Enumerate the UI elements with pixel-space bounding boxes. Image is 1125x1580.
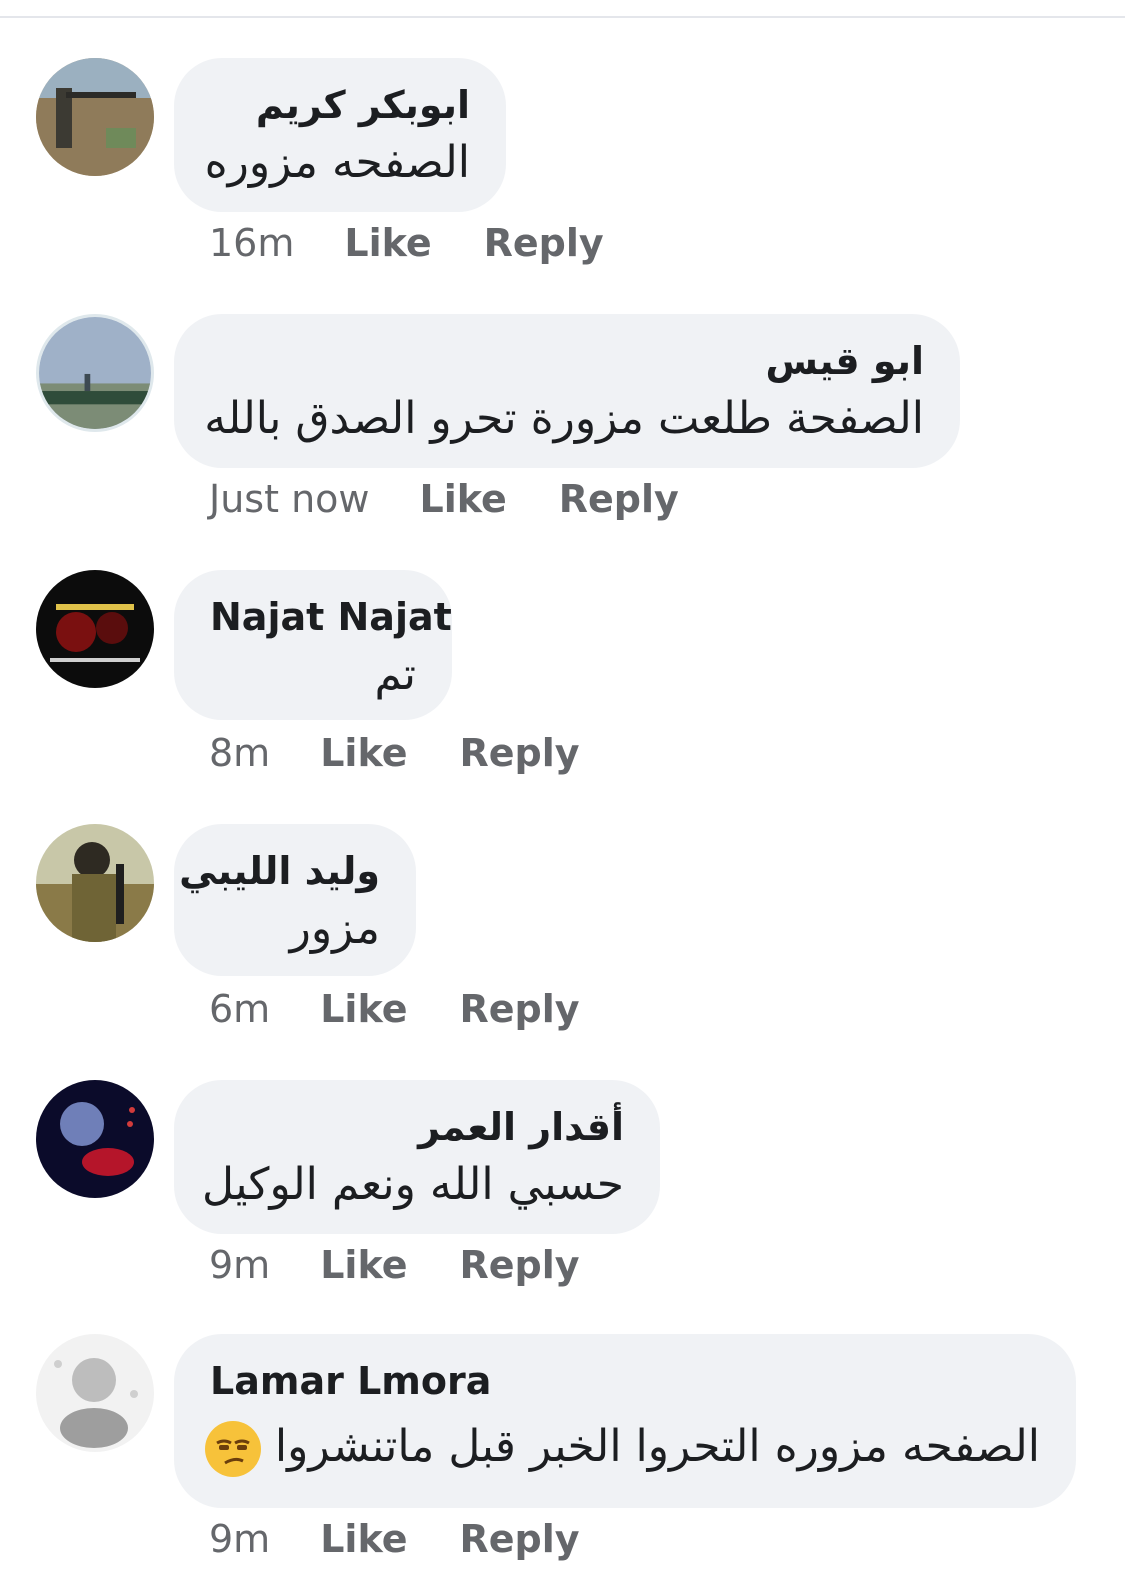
avatar-photo-soldier <box>36 58 154 176</box>
comment-time[interactable]: 16m <box>209 221 294 265</box>
comment-text: الصفحة طلعت مزورة تحرو الصدق بالله <box>204 393 924 444</box>
reply-button[interactable]: Reply <box>459 731 579 775</box>
avatar[interactable] <box>36 314 154 432</box>
like-button[interactable]: Like <box>320 1243 407 1287</box>
comment-actions: 9m Like Reply <box>209 1240 580 1290</box>
comment-author[interactable]: ابوبكر كريم <box>210 80 470 130</box>
reply-button[interactable]: Reply <box>559 477 679 521</box>
avatar[interactable] <box>36 824 154 942</box>
comment-time[interactable]: 9m <box>209 1243 270 1287</box>
comment-text: الصفحه مزوره <box>204 137 470 188</box>
top-divider <box>0 0 1125 18</box>
comment-time[interactable]: 9m <box>209 1517 270 1561</box>
comment-actions: 6m Like Reply <box>209 984 580 1034</box>
like-button[interactable]: Like <box>320 731 407 775</box>
unamused-face-icon <box>204 1421 261 1477</box>
comment-actions: 16m Like Reply <box>209 218 604 268</box>
reply-button[interactable]: Reply <box>484 221 604 265</box>
comment-bubble: Lamar Lmora الصفحه مزوره التحروا الخبر ق… <box>174 1334 1076 1508</box>
comment-actions: 9m Like Reply <box>209 1514 580 1564</box>
comment-author[interactable]: Najat Najat <box>210 592 452 642</box>
avatar-photo-sniper <box>36 824 154 942</box>
avatar[interactable] <box>36 570 154 688</box>
avatar-photo-child <box>36 1334 154 1452</box>
reply-button[interactable]: Reply <box>459 1517 579 1561</box>
avatar-photo-roses <box>36 1080 154 1198</box>
avatar-photo-sky <box>39 317 151 429</box>
avatar[interactable] <box>36 1334 154 1452</box>
avatar[interactable] <box>36 1080 154 1198</box>
comment-author[interactable]: أقدار العمر <box>210 1102 624 1152</box>
avatar-photo-calligraphy <box>36 570 154 688</box>
comment-time[interactable]: Just now <box>209 477 369 521</box>
comment-text-body: الصفحه مزوره التحروا الخبر قبل ماتنشروا <box>274 1421 1040 1472</box>
comment-bubble: أقدار العمر حسبي الله ونعم الوكيل <box>174 1080 660 1234</box>
comment-time[interactable]: 6m <box>209 987 270 1031</box>
comment-time[interactable]: 8m <box>209 731 270 775</box>
avatar[interactable] <box>36 58 154 176</box>
comment-author[interactable]: Lamar Lmora <box>210 1356 1040 1406</box>
comment-bubble: ابوبكر كريم الصفحه مزوره <box>174 58 506 212</box>
like-button[interactable]: Like <box>344 221 431 265</box>
comment-author[interactable]: ابو قيس <box>210 336 924 386</box>
like-button[interactable]: Like <box>419 477 506 521</box>
reply-button[interactable]: Reply <box>459 1243 579 1287</box>
reply-button[interactable]: Reply <box>459 987 579 1031</box>
comment-text: حسبي الله ونعم الوكيل <box>201 1159 624 1210</box>
like-button[interactable]: Like <box>320 987 407 1031</box>
comment-text: الصفحه مزوره التحروا الخبر قبل ماتنشروا <box>204 1416 1040 1478</box>
comment-author[interactable]: وليد الليبي <box>179 846 380 896</box>
comment-text: تم <box>374 649 416 700</box>
comment-bubble: Najat Najat تم <box>174 570 452 720</box>
comment-bubble: ابو قيس الصفحة طلعت مزورة تحرو الصدق بال… <box>174 314 960 468</box>
like-button[interactable]: Like <box>320 1517 407 1561</box>
comment-actions: Just now Like Reply <box>209 474 679 524</box>
comment-actions: 8m Like Reply <box>209 728 580 778</box>
comment-bubble: وليد الليبي مزور <box>174 824 416 976</box>
comment-text: مزور <box>289 903 380 954</box>
